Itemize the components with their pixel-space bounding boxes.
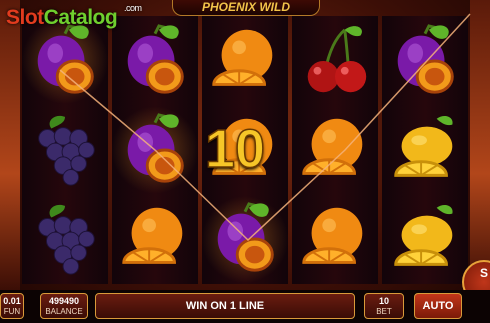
symbol-lemon (382, 105, 468, 194)
plum-icon (37, 23, 94, 94)
orange-icon (122, 208, 183, 265)
symbol-cherry (292, 16, 378, 105)
coin-value: 0.01 (3, 296, 21, 306)
symbol-orange (202, 16, 288, 105)
plum-icon (127, 113, 184, 183)
reel-5 (382, 16, 468, 284)
lemon-icon (394, 115, 453, 177)
win-message: WIN ON 1 LINE (95, 293, 355, 319)
grapes-icon (38, 115, 95, 186)
plum-icon (127, 23, 184, 94)
balance-label: BALANCE (45, 307, 83, 316)
symbol-grapes (22, 105, 108, 194)
orange-icon (212, 29, 273, 86)
cherry-icon (307, 25, 367, 92)
symbol-plum (202, 194, 288, 284)
watermark-com: .com (124, 3, 142, 13)
plum-icon (217, 202, 274, 272)
symbol-orange (292, 105, 378, 194)
lemon-icon (394, 205, 453, 267)
symbol-lemon (382, 195, 468, 284)
right-sky-panel (470, 0, 490, 290)
game-title: PHOENIX WILD (172, 0, 320, 16)
symbol-plum (112, 105, 198, 195)
plum-icon (397, 23, 454, 94)
reel-2 (112, 16, 198, 284)
win-amount: 10 (204, 118, 266, 180)
symbol-orange (112, 195, 198, 284)
left-sky-panel (0, 0, 20, 290)
reel-1 (22, 16, 108, 284)
spin-label: S (480, 266, 489, 280)
coin-value-box[interactable]: 0.01 FUN (0, 293, 24, 319)
symbol-grapes (22, 195, 108, 284)
balance-value: 499490 (48, 296, 80, 306)
symbol-plum (382, 16, 468, 105)
reel-4 (292, 16, 378, 284)
watermark-slot: Slot (6, 6, 44, 29)
bet-box[interactable]: 10 BET (364, 293, 404, 319)
symbol-plum (112, 16, 198, 105)
control-bar: 0.01 FUN 499490 BALANCE WIN ON 1 LINE 10… (0, 290, 490, 323)
watermark-catalog: Catalog (43, 6, 118, 29)
watermark-logo: SlotCatalog .com (6, 3, 142, 30)
coin-label: FUN (3, 307, 21, 316)
balance-box: 499490 BALANCE (40, 293, 88, 319)
bet-value: 10 (378, 296, 389, 306)
orange-icon (302, 118, 363, 175)
auto-button[interactable]: AUTO (414, 293, 462, 319)
grapes-icon (38, 205, 95, 275)
orange-icon (302, 208, 363, 265)
symbol-orange (292, 195, 378, 284)
bet-label: BET (376, 307, 392, 316)
